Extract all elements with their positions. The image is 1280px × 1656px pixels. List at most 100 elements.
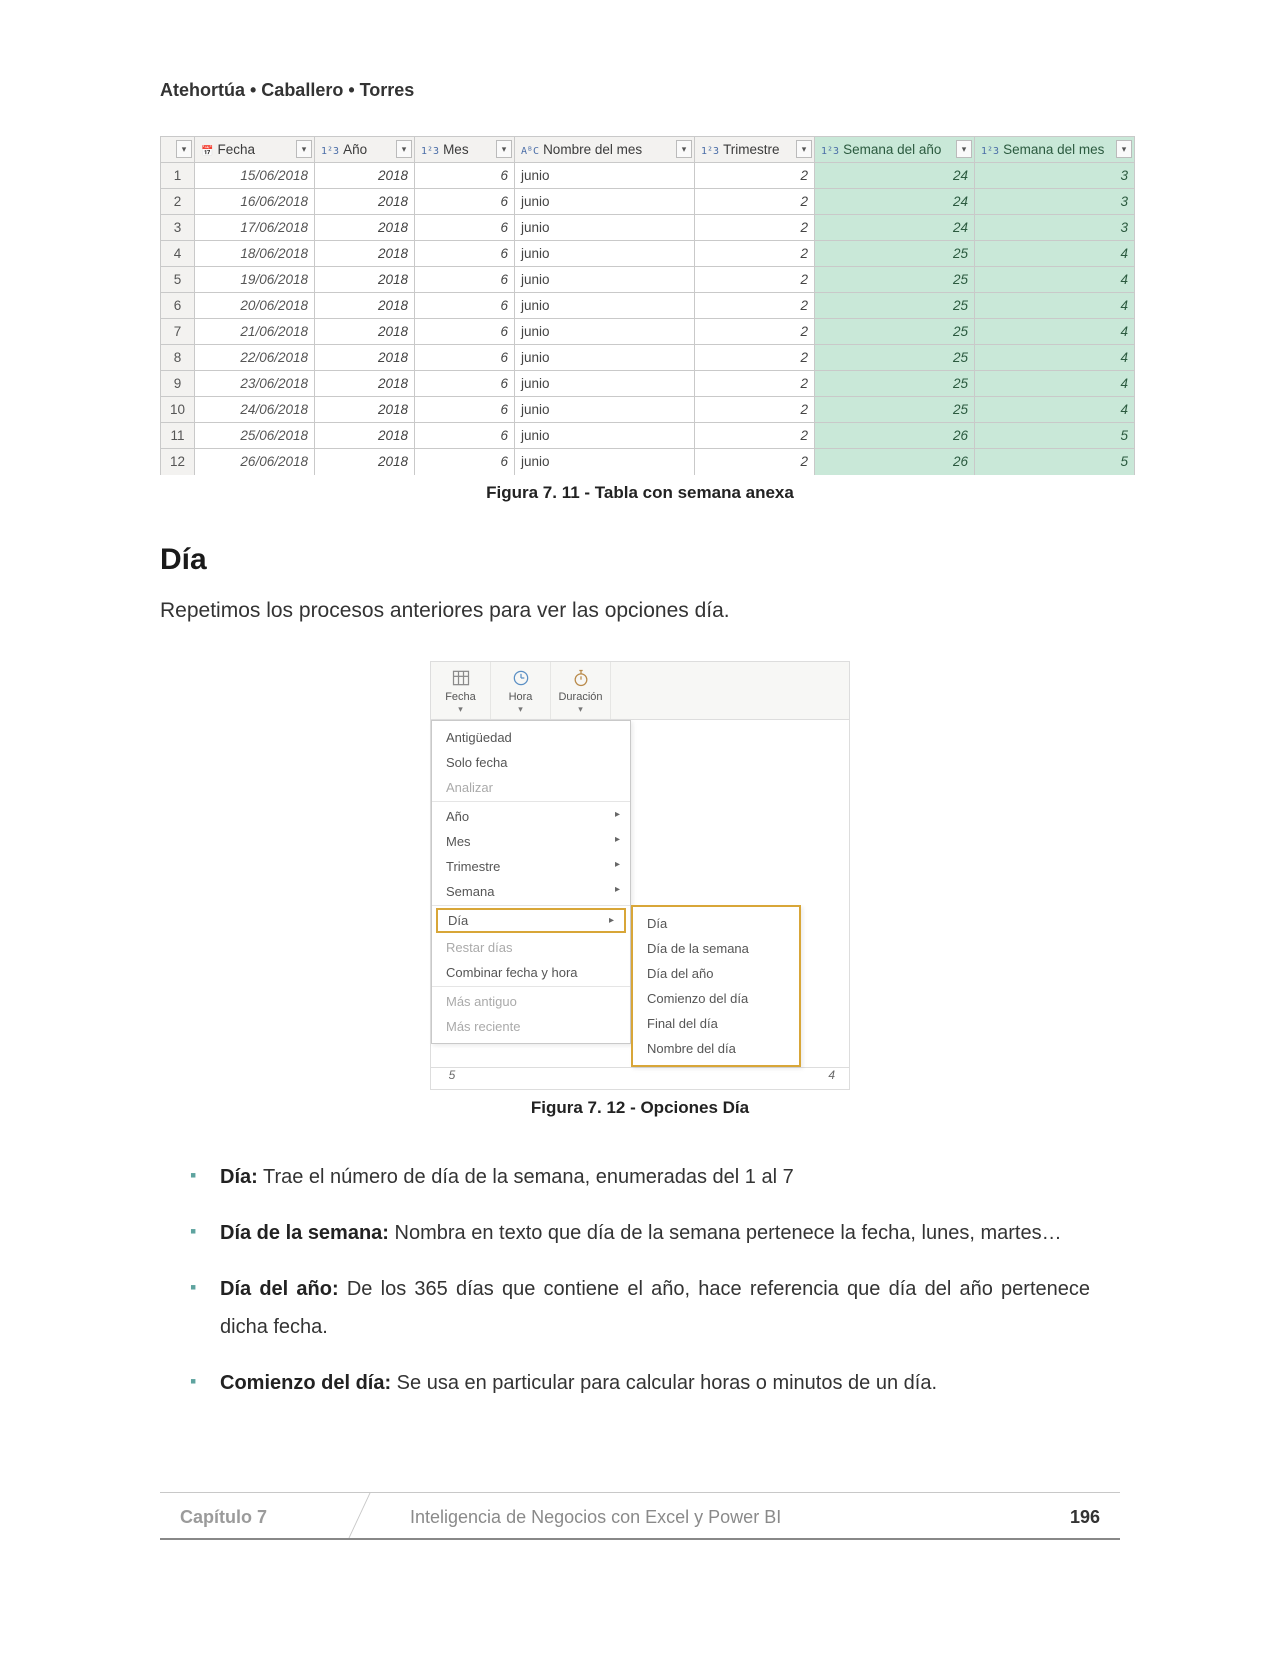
cell: 4 [975, 293, 1135, 319]
cell: 24/06/2018 [195, 397, 315, 423]
cell: 19/06/2018 [195, 267, 315, 293]
menu-item-antigüedad[interactable]: Antigüedad [432, 725, 630, 750]
table-row[interactable]: 216/06/201820186junio2243 [161, 189, 1135, 215]
cell: junio [515, 345, 695, 371]
menu-item-label: Día [448, 913, 468, 928]
cell: 5 [975, 423, 1135, 449]
table-row[interactable]: 721/06/201820186junio2254 [161, 319, 1135, 345]
grid-row-value: 4 [467, 1068, 843, 1089]
cell: junio [515, 267, 695, 293]
chevron-right-icon: ▸ [609, 915, 614, 926]
grid-icon [451, 668, 471, 688]
menu-item-trimestre[interactable]: Trimestre ▸ [432, 854, 630, 879]
cell: 6 [415, 215, 515, 241]
col-header-semana-del-mes[interactable]: 1²3Semana del mes▾ [975, 137, 1135, 163]
menu-item-combinar-fecha-y-hora[interactable]: Combinar fecha y hora [432, 960, 630, 987]
ribbon-button-duración[interactable]: Duración▾ [551, 662, 611, 719]
table-row[interactable]: 923/06/201820186junio2254 [161, 371, 1135, 397]
filter-dropdown-icon[interactable]: ▾ [396, 140, 412, 158]
table-row[interactable]: 519/06/201820186junio2254 [161, 267, 1135, 293]
filter-dropdown-icon[interactable]: ▾ [956, 140, 972, 158]
submenu-item-nombre-del-día[interactable]: Nombre del día [633, 1036, 799, 1061]
table-row[interactable]: 1226/06/201820186junio2265 [161, 449, 1135, 475]
ribbon-button-fecha[interactable]: Fecha▾ [431, 662, 491, 719]
table-row[interactable]: 317/06/201820186junio2243 [161, 215, 1135, 241]
menu-item-semana[interactable]: Semana▸ [432, 879, 630, 906]
filter-dropdown-icon[interactable]: ▾ [1116, 140, 1132, 158]
cell: junio [515, 163, 695, 189]
table-row[interactable]: 418/06/201820186junio2254 [161, 241, 1135, 267]
cell: 2 [695, 345, 815, 371]
cell: 2 [695, 449, 815, 475]
filter-dropdown-icon[interactable]: ▾ [296, 140, 312, 158]
menu-item-más-reciente: Más reciente [432, 1014, 630, 1039]
cell: junio [515, 449, 695, 475]
cell: 10 [161, 397, 195, 423]
cell: junio [515, 293, 695, 319]
pq-data-table: ▾ 📅Fecha▾1²3Año▾1²3Mes▾AᴮCNombre del mes… [160, 136, 1135, 475]
cell: 4 [975, 371, 1135, 397]
col-header-año[interactable]: 1²3Año▾ [315, 137, 415, 163]
cell: 25/06/2018 [195, 423, 315, 449]
col-header-mes[interactable]: 1²3Mes▾ [415, 137, 515, 163]
ribbon-button-label: Fecha [445, 691, 476, 703]
cell: 2018 [315, 397, 415, 423]
col-header-fecha[interactable]: 📅Fecha▾ [195, 137, 315, 163]
cell: 3 [161, 215, 195, 241]
menu-item-label: Antigüedad [446, 730, 512, 745]
submenu-item-comienzo-del-día[interactable]: Comienzo del día [633, 986, 799, 1011]
cell: 26 [815, 423, 975, 449]
cell: 6 [415, 319, 515, 345]
menu-item-label: Más antiguo [446, 994, 517, 1009]
type-icon: 1²3 [821, 146, 839, 157]
cell: junio [515, 241, 695, 267]
ribbon-button-hora[interactable]: Hora▾ [491, 662, 551, 719]
menu-item-solo-fecha[interactable]: Solo fecha [432, 750, 630, 775]
col-label: Año [343, 142, 367, 157]
cell: 2 [695, 241, 815, 267]
cell: 23/06/2018 [195, 371, 315, 397]
cell: 25 [815, 371, 975, 397]
submenu-item-día-del-año[interactable]: Día del año [633, 961, 799, 986]
cell: 6 [415, 345, 515, 371]
submenu-item-día-de-la-semana[interactable]: Día de la semana [633, 936, 799, 961]
list-item: Día de la semana: Nombra en texto que dí… [220, 1214, 1090, 1252]
chevron-right-icon: ▸ [615, 884, 620, 895]
submenu-item-final-del-día[interactable]: Final del día [633, 1011, 799, 1036]
filter-dropdown-icon[interactable]: ▾ [676, 140, 692, 158]
paragraph-intro: Repetimos los procesos anteriores para v… [160, 595, 1120, 627]
col-label: Semana del año [843, 142, 941, 157]
cell: 25 [815, 397, 975, 423]
cell: 12 [161, 449, 195, 475]
cell: 25 [815, 241, 975, 267]
menu-item-mes[interactable]: Mes▸ [432, 829, 630, 854]
table-row[interactable]: 620/06/201820186junio2254 [161, 293, 1135, 319]
menu-item-año[interactable]: Año▸ [432, 804, 630, 829]
table-row[interactable]: 115/06/201820186junio2243 [161, 163, 1135, 189]
col-label: Semana del mes [1003, 142, 1104, 157]
filter-dropdown-icon[interactable]: ▾ [496, 140, 512, 158]
menu-item-label: Más reciente [446, 1019, 520, 1034]
col-header-nombre-del-mes[interactable]: AᴮCNombre del mes▾ [515, 137, 695, 163]
cell: 26 [815, 449, 975, 475]
menu-item-día[interactable]: Día ▸ [436, 908, 626, 933]
table-row[interactable]: 1024/06/201820186junio2254 [161, 397, 1135, 423]
cell: 2 [695, 293, 815, 319]
submenu-item-día[interactable]: Día [633, 911, 799, 936]
col-header-semana-del-año[interactable]: 1²3 Semana del año ▾ [815, 137, 975, 163]
table-row[interactable]: 1125/06/201820186junio2265 [161, 423, 1135, 449]
menu-item-label: Trimestre [446, 859, 500, 874]
dropdown-menu-main: AntigüedadSolo fechaAnalizarAño▸Mes▸Trim… [431, 720, 631, 1044]
definition-text: De los 365 días que contiene el año, hac… [220, 1278, 1090, 1338]
menu-item-label: Solo fecha [446, 755, 507, 770]
chevron-right-icon: ▸ [615, 859, 620, 870]
chevron-right-icon: ▸ [615, 809, 620, 820]
cell: 2 [695, 397, 815, 423]
table-menu-icon[interactable]: ▾ [176, 140, 192, 158]
cell: 11 [161, 423, 195, 449]
cell: 5 [975, 449, 1135, 475]
col-header-trimestre[interactable]: 1²3Trimestre▾ [695, 137, 815, 163]
table-row[interactable]: 822/06/201820186junio2254 [161, 345, 1135, 371]
filter-dropdown-icon[interactable]: ▾ [796, 140, 812, 158]
definition-term: Día del año: [220, 1278, 339, 1300]
